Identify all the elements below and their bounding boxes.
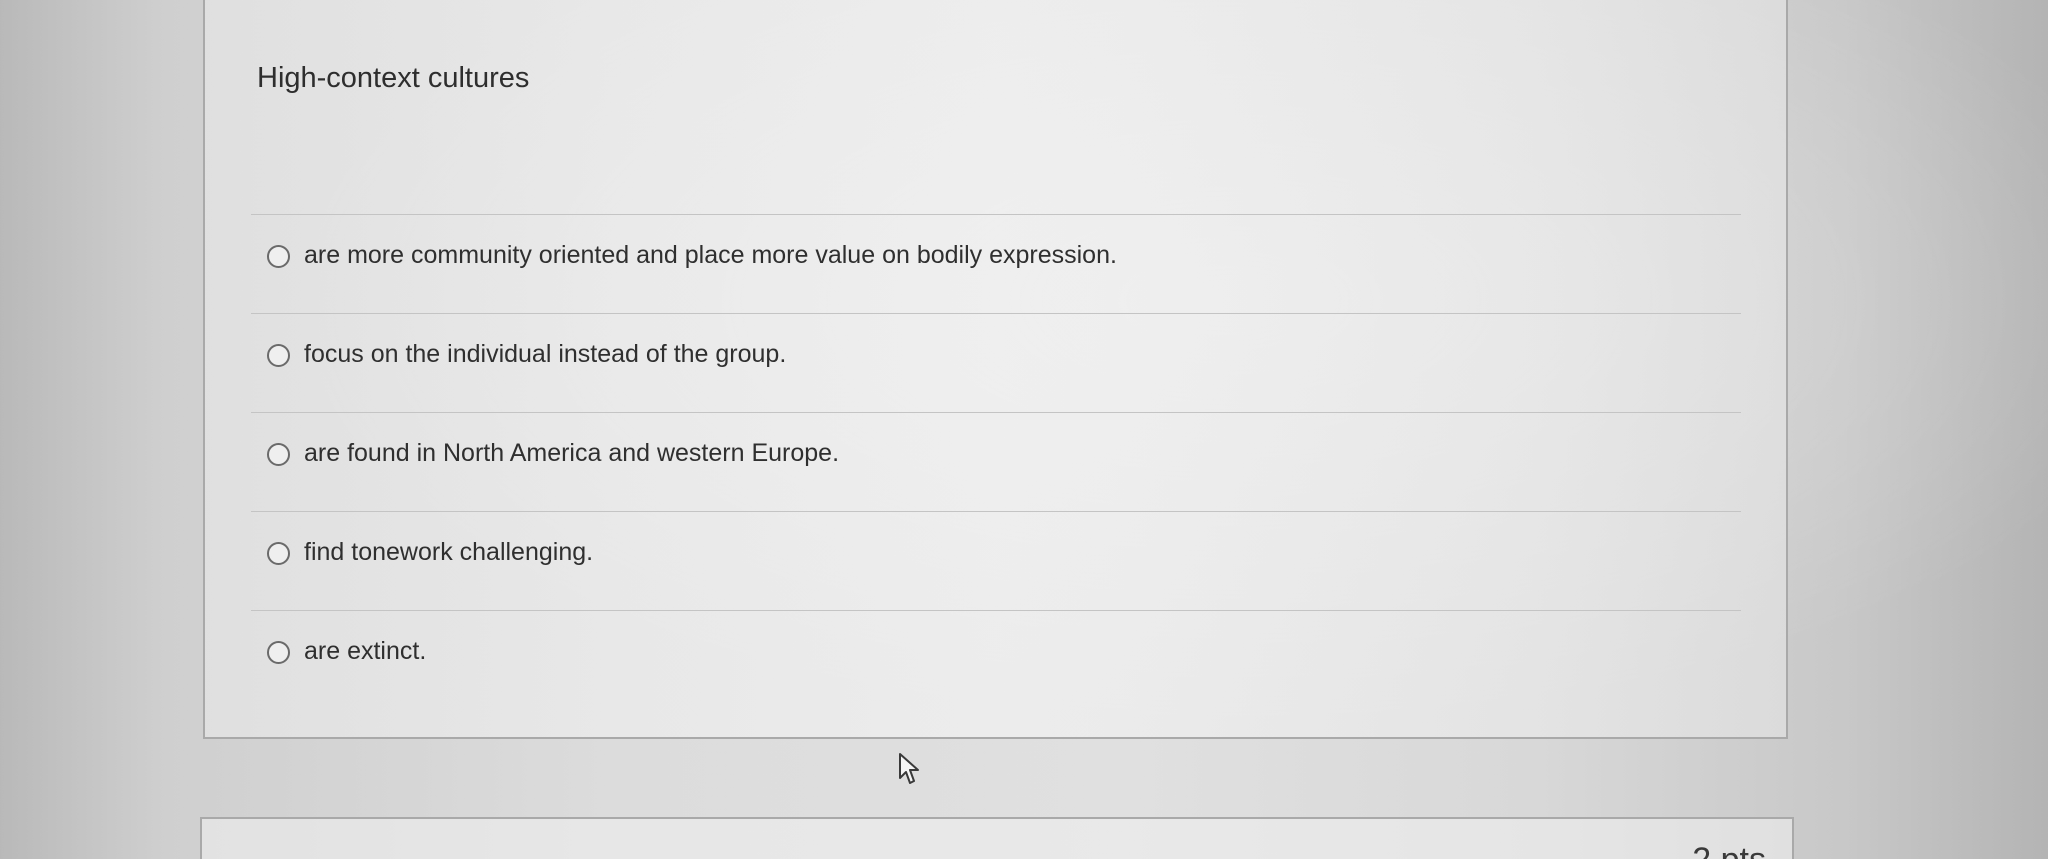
mouse-pointer-icon	[899, 753, 919, 784]
points-label: 2 pts	[1692, 841, 1766, 859]
radio-button-icon[interactable]	[267, 443, 290, 466]
answer-label[interactable]: are extinct.	[304, 637, 426, 666]
radio-button-icon[interactable]	[267, 641, 290, 664]
question-prompt: High-context cultures	[257, 62, 530, 94]
answer-option-1[interactable]: are more community oriented and place mo…	[251, 214, 1741, 313]
answer-option-5[interactable]: are extinct.	[251, 610, 1741, 709]
answer-list: are more community oriented and place mo…	[251, 214, 1741, 709]
answer-label[interactable]: find tonework challenging.	[304, 538, 593, 567]
answer-label[interactable]: focus on the individual instead of the g…	[304, 340, 786, 369]
radio-button-icon[interactable]	[267, 542, 290, 565]
answer-label[interactable]: are more community oriented and place mo…	[304, 241, 1117, 270]
question-card: High-context cultures are more community…	[203, 0, 1788, 739]
radio-button-icon[interactable]	[267, 245, 290, 268]
answer-option-2[interactable]: focus on the individual instead of the g…	[251, 313, 1741, 412]
radio-button-icon[interactable]	[267, 344, 290, 367]
next-question-card: 2 pts	[200, 817, 1794, 859]
answer-option-3[interactable]: are found in North America and western E…	[251, 412, 1741, 511]
answer-option-4[interactable]: find tonework challenging.	[251, 511, 1741, 610]
answer-label[interactable]: are found in North America and western E…	[304, 439, 839, 468]
